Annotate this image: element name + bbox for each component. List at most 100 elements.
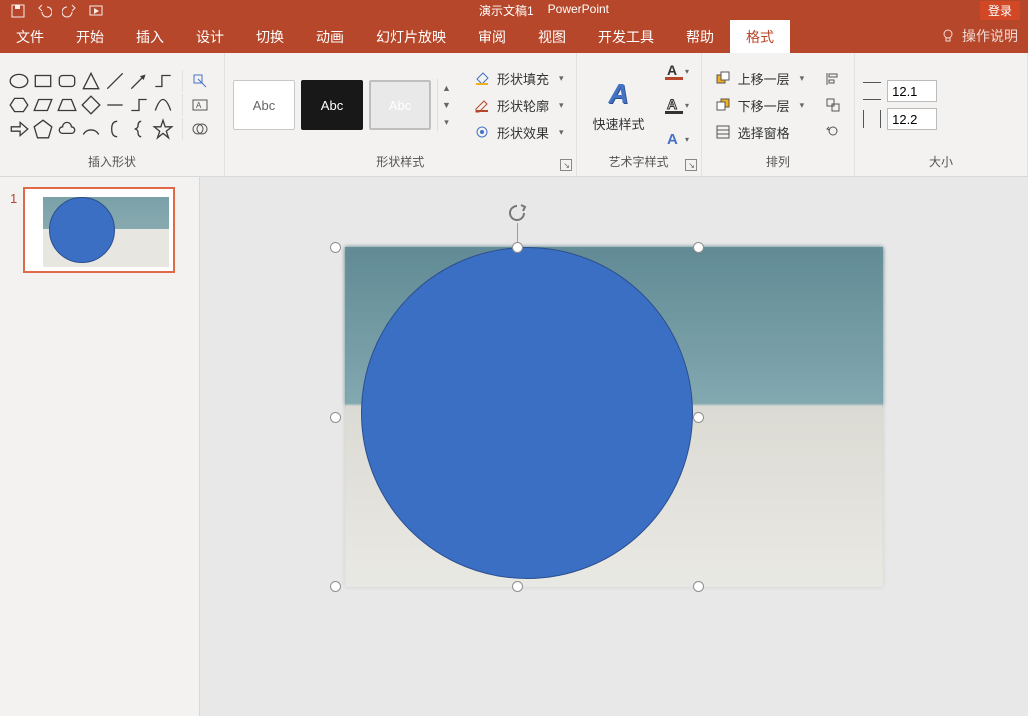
tab-transitions[interactable]: 切换 xyxy=(240,20,300,53)
shape-line2[interactable] xyxy=(104,94,126,116)
rotation-handle[interactable] xyxy=(507,203,527,223)
tab-help[interactable]: 帮助 xyxy=(670,20,730,53)
shape-cloud[interactable] xyxy=(56,118,78,140)
shape-diamond[interactable] xyxy=(80,94,102,116)
text-fill-button[interactable]: A▾ xyxy=(663,59,693,83)
group-shape-styles: Abc Abc Abc ▲▼▾ 形状填充▾ 形状轮廓▾ 形状效果▾ xyxy=(225,53,577,176)
shape-style-gallery[interactable]: Abc Abc Abc ▲▼▾ xyxy=(233,79,455,131)
tell-me-label: 操作说明 xyxy=(962,26,1018,46)
height-icon xyxy=(863,82,881,100)
edit-shape-button[interactable] xyxy=(182,70,216,92)
send-backward-button[interactable]: 下移一层▾ xyxy=(710,94,809,117)
selection-box xyxy=(335,247,699,587)
merge-shapes-button[interactable] xyxy=(182,118,216,140)
shape-line[interactable] xyxy=(104,70,126,92)
group-insert-shapes: A 插入形状 xyxy=(0,53,225,176)
style-swatch-outline[interactable]: Abc xyxy=(233,80,295,130)
tab-animations[interactable]: 动画 xyxy=(300,20,360,53)
resize-handle-br[interactable] xyxy=(693,581,704,592)
wordart-launcher[interactable] xyxy=(685,159,697,171)
style-swatch-black[interactable]: Abc xyxy=(301,80,363,130)
shape-hexagon[interactable] xyxy=(8,94,30,116)
shape-outline-button[interactable]: 形状轮廓▾ xyxy=(469,94,568,117)
resize-handle-bm[interactable] xyxy=(512,581,523,592)
shape-effects-button[interactable]: 形状效果▾ xyxy=(469,121,568,144)
shape-pentagon[interactable] xyxy=(32,118,54,140)
group-wordart-styles: A 快速样式 A▾ A▾ A▾ 艺术字样式 xyxy=(577,53,702,176)
group-button[interactable] xyxy=(820,94,846,116)
shape-right-arrow[interactable] xyxy=(8,118,30,140)
style-swatch-blue[interactable]: Abc xyxy=(369,80,431,130)
shape-parallelogram[interactable] xyxy=(32,94,54,116)
tab-home[interactable]: 开始 xyxy=(60,20,120,53)
style-gallery-more[interactable]: ▲▼▾ xyxy=(437,79,455,131)
shape-arrow-line[interactable] xyxy=(128,70,150,92)
tab-view[interactable]: 视图 xyxy=(522,20,582,53)
selection-pane-button[interactable]: 选择窗格 xyxy=(710,121,809,144)
text-box-button[interactable]: A xyxy=(182,94,216,116)
tab-insert[interactable]: 插入 xyxy=(120,20,180,53)
tell-me-search[interactable]: 操作说明 xyxy=(930,19,1028,53)
resize-handle-ml[interactable] xyxy=(330,412,341,423)
rotate-button[interactable] xyxy=(820,120,846,142)
tab-design[interactable]: 设计 xyxy=(180,20,240,53)
slide-number: 1 xyxy=(10,187,17,273)
width-input[interactable] xyxy=(887,108,937,130)
group-icon xyxy=(824,96,842,114)
quick-styles-label: 快速样式 xyxy=(593,114,645,133)
width-icon xyxy=(863,110,881,128)
undo-button[interactable] xyxy=(32,2,56,20)
resize-handle-tm[interactable] xyxy=(512,242,523,253)
shape-star[interactable] xyxy=(152,118,174,140)
ribbon: A 插入形状 Abc Abc Abc ▲▼▾ 形状填充▾ 形状轮廓▾ xyxy=(0,53,1028,177)
slide-canvas[interactable] xyxy=(200,177,1028,716)
shape-bracket[interactable] xyxy=(104,118,126,140)
text-outline-button[interactable]: A▾ xyxy=(663,93,693,117)
slide-thumbnail-1[interactable] xyxy=(23,187,175,273)
start-from-beginning-button[interactable] xyxy=(84,2,108,20)
svg-text:▾: ▾ xyxy=(685,135,689,144)
tab-developer[interactable]: 开发工具 xyxy=(582,20,670,53)
tab-review[interactable]: 审阅 xyxy=(462,20,522,53)
tab-file[interactable]: 文件 xyxy=(0,20,60,53)
svg-text:▾: ▾ xyxy=(685,101,689,110)
shapes-gallery[interactable] xyxy=(8,70,174,140)
svg-text:A: A xyxy=(667,131,678,148)
align-icon xyxy=(824,70,842,88)
shape-trapezoid[interactable] xyxy=(56,94,78,116)
send-backward-label: 下移一层 xyxy=(738,96,790,115)
align-button[interactable] xyxy=(820,68,846,90)
group-label-wordart: 艺术字样式 xyxy=(585,153,693,174)
resize-handle-mr[interactable] xyxy=(693,412,704,423)
slide-thumbnail-pane[interactable]: 1 xyxy=(0,177,200,716)
shape-outline-label: 形状轮廓 xyxy=(497,96,549,115)
shape-brace[interactable] xyxy=(128,118,150,140)
resize-handle-tl[interactable] xyxy=(330,242,341,253)
resize-handle-tr[interactable] xyxy=(693,242,704,253)
shape-styles-launcher[interactable] xyxy=(560,159,572,171)
tab-slideshow[interactable]: 幻灯片放映 xyxy=(360,20,462,53)
height-field-row xyxy=(863,80,937,102)
send-backward-icon xyxy=(714,96,732,114)
shape-triangle[interactable] xyxy=(80,70,102,92)
shape-fill-button[interactable]: 形状填充▾ xyxy=(469,67,568,90)
shape-elbow[interactable] xyxy=(128,94,150,116)
shape-curve[interactable] xyxy=(152,94,174,116)
shape-rectangle[interactable] xyxy=(32,70,54,92)
tab-format[interactable]: 格式 xyxy=(730,20,790,53)
quick-styles-button[interactable]: A 快速样式 xyxy=(585,74,653,137)
bring-forward-button[interactable]: 上移一层▾ xyxy=(710,67,809,90)
shape-connector[interactable] xyxy=(152,70,174,92)
width-field-row xyxy=(863,108,937,130)
text-effects-button[interactable]: A▾ xyxy=(663,127,693,151)
resize-handle-bl[interactable] xyxy=(330,581,341,592)
shape-rounded-rectangle[interactable] xyxy=(56,70,78,92)
wordart-a-icon: A xyxy=(608,78,628,110)
shape-oval[interactable] xyxy=(8,70,30,92)
shape-arc[interactable] xyxy=(80,118,102,140)
height-input[interactable] xyxy=(887,80,937,102)
login-button[interactable]: 登录 xyxy=(980,1,1020,20)
svg-text:A: A xyxy=(667,96,677,112)
redo-button[interactable] xyxy=(58,2,82,20)
save-button[interactable] xyxy=(6,2,30,20)
